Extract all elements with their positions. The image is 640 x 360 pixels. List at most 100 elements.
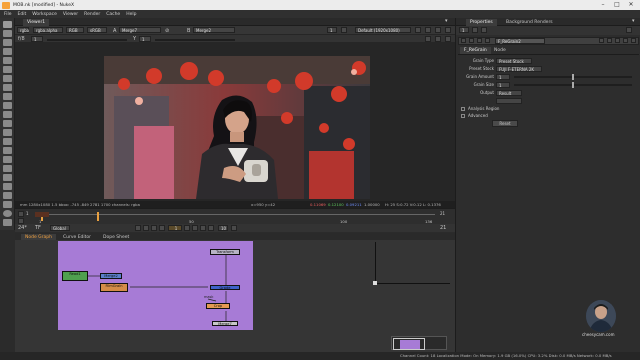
viewer-fullframe-icon[interactable]: [425, 36, 431, 42]
input-a-dropdown[interactable]: Merge7: [119, 27, 161, 33]
node-graph-minimap[interactable]: [391, 336, 447, 350]
fps-field[interactable]: 24*: [18, 225, 27, 231]
3d-tool-icon[interactable]: [3, 102, 12, 109]
float-panel-icon[interactable]: [626, 27, 632, 33]
out-marker[interactable]: [97, 212, 99, 221]
menu-cache[interactable]: Cache: [106, 12, 120, 17]
channels-dropdown[interactable]: rgba: [17, 27, 29, 33]
node-merge2[interactable]: Merge2: [100, 273, 122, 279]
grain-amount-field[interactable]: 1: [496, 74, 510, 80]
pane-menu-icon-props[interactable]: ▾: [632, 18, 635, 24]
particles-tool-icon[interactable]: [3, 165, 12, 172]
analysis-region-toggle[interactable]: [461, 107, 465, 111]
last-frame-icon[interactable]: [208, 225, 214, 231]
minimap-viewport[interactable]: [393, 338, 425, 350]
play-backward-icon[interactable]: [159, 225, 165, 231]
node-grade[interactable]: Grade: [210, 285, 240, 290]
play-forward-icon[interactable]: [184, 225, 190, 231]
gain-field[interactable]: 1: [31, 36, 43, 42]
menu-viewer[interactable]: Viewer: [63, 12, 78, 17]
step-forward-icon[interactable]: [231, 225, 237, 231]
viewer-canvas[interactable]: [15, 43, 455, 201]
menu-file[interactable]: File: [4, 12, 12, 17]
channel-tool-icon[interactable]: [3, 48, 12, 55]
merge-tool-icon[interactable]: [3, 84, 12, 91]
next-frame-icon[interactable]: [192, 225, 198, 231]
tab-background-renders[interactable]: Background Renders: [502, 19, 557, 26]
panel-float-icon[interactable]: [469, 38, 474, 43]
backdrop-node[interactable]: Read1 Merge2 FilmGrain Transform Grade C…: [58, 241, 253, 330]
plugin-tool-icon[interactable]: [3, 183, 12, 190]
node-read1[interactable]: Read1: [62, 271, 88, 281]
tab-properties[interactable]: Properties: [466, 19, 497, 26]
keyer-tool-icon[interactable]: [3, 75, 12, 82]
in-point-button[interactable]: [18, 211, 24, 217]
grain-size-slider[interactable]: [514, 82, 632, 88]
timeline[interactable]: 1 1 50 100 136 21: [15, 208, 455, 224]
panel-help-icon[interactable]: [615, 38, 620, 43]
viewer-proxy-icon[interactable]: [435, 36, 441, 42]
help-tool-icon[interactable]: [3, 219, 12, 226]
close-button[interactable]: ✕: [624, 0, 638, 10]
furnace-tool-icon[interactable]: [3, 147, 12, 154]
panel-undo-icon[interactable]: [599, 38, 604, 43]
toolsets-tool-icon[interactable]: [3, 129, 12, 136]
grain-type-dropdown[interactable]: Preset Stock: [496, 58, 532, 64]
step-field[interactable]: 10: [218, 225, 228, 231]
node-graph[interactable]: Read1 Merge2 FilmGrain Transform Grade C…: [15, 240, 455, 352]
max-panels-field[interactable]: 1: [459, 27, 469, 33]
grain-amount-slider[interactable]: [514, 74, 632, 80]
filter-tool-icon[interactable]: [3, 66, 12, 73]
viewer-pause-icon[interactable]: [445, 27, 451, 33]
output-dropdown[interactable]: Result: [496, 90, 522, 96]
deep-tool-icon[interactable]: [3, 174, 12, 181]
viewer-lock-icon[interactable]: [341, 27, 347, 33]
panel-close-icon[interactable]: [631, 38, 636, 43]
clear-panels-icon[interactable]: [481, 27, 487, 33]
pane-menu-icon[interactable]: ▾: [445, 18, 448, 24]
node-crop[interactable]: Crop: [206, 303, 230, 309]
cara-tool-icon[interactable]: [3, 192, 12, 199]
viewer-roi-icon[interactable]: [425, 27, 431, 33]
viewer-cache-icon[interactable]: [435, 27, 441, 33]
other-tool-icon[interactable]: [3, 138, 12, 145]
zoom-dropdown[interactable]: 1: [327, 27, 337, 33]
maximize-button[interactable]: □: [610, 0, 624, 10]
current-frame-field[interactable]: 1: [168, 225, 182, 231]
scripts-tool-icon[interactable]: [3, 201, 12, 208]
draw-tool-icon[interactable]: [3, 30, 12, 37]
time-tool-icon[interactable]: [3, 39, 12, 46]
settings-tool-icon[interactable]: [3, 210, 12, 217]
menu-help[interactable]: Help: [126, 12, 136, 17]
metadata-tool-icon[interactable]: [3, 120, 12, 127]
input-b-dropdown[interactable]: Merge2: [193, 27, 235, 33]
lut-dropdown[interactable]: sRGB: [87, 27, 107, 33]
grain-size-knob[interactable]: [572, 82, 574, 88]
node-filmgrain[interactable]: FilmGrain: [100, 283, 128, 292]
timeline-end-field[interactable]: 21: [440, 225, 446, 231]
tab-viewer1[interactable]: Viewer1: [23, 19, 50, 26]
panel-redo-icon[interactable]: [607, 38, 612, 43]
global-dropdown[interactable]: Global: [50, 225, 70, 231]
node-name-field[interactable]: F_ReGrain2: [495, 38, 545, 44]
wipe-icon[interactable]: ⊘: [165, 28, 169, 34]
output-sub-dropdown[interactable]: [496, 98, 522, 104]
gain-slider[interactable]: [47, 39, 127, 41]
grain-amount-knob[interactable]: [572, 74, 574, 80]
reset-button[interactable]: Reset: [492, 120, 518, 127]
grain-size-field[interactable]: 1: [496, 82, 510, 88]
next-keyframe-icon[interactable]: [200, 225, 206, 231]
color-tool-icon[interactable]: [3, 57, 12, 64]
menu-render[interactable]: Render: [84, 12, 100, 17]
node-viewer1[interactable]: [373, 281, 377, 285]
image-tool-icon[interactable]: [3, 21, 12, 28]
lock-panels-icon[interactable]: [472, 27, 478, 33]
gamma-field[interactable]: 1: [139, 36, 151, 42]
tab-node[interactable]: Node: [490, 47, 510, 54]
preset-stock-dropdown[interactable]: FUJI F-ETERNA 2K: [496, 66, 542, 72]
panel-revert-icon[interactable]: [623, 38, 628, 43]
node-transform[interactable]: Transform: [210, 249, 240, 255]
panel-collapse-icon[interactable]: [461, 38, 466, 43]
menu-workspace[interactable]: Workspace: [32, 12, 57, 17]
tab-f-regrain[interactable]: F_ReGrain: [460, 47, 491, 54]
